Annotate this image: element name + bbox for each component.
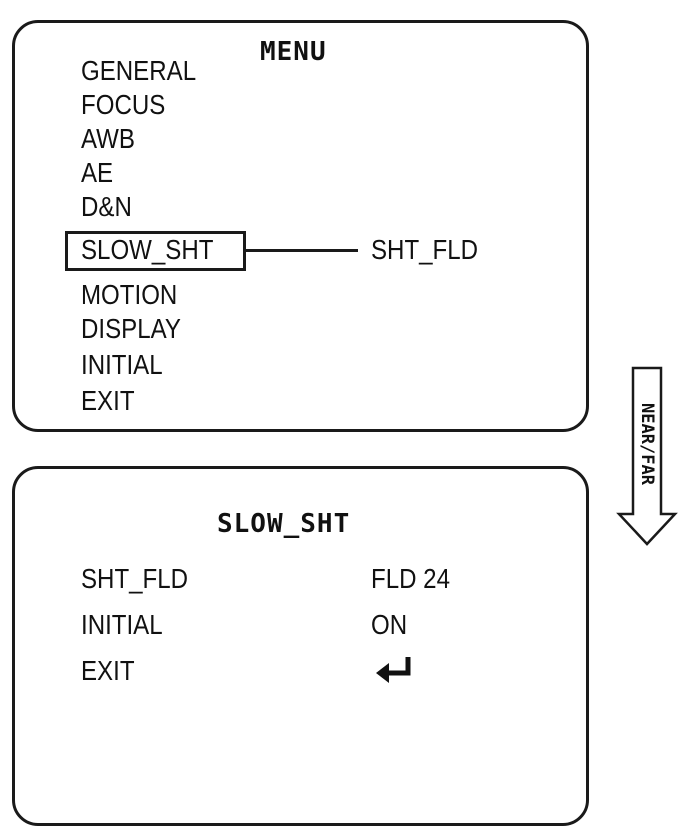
menu-item-initial[interactable]: INITIAL (81, 349, 163, 381)
sht-fld-value[interactable]: FLD 24 (371, 563, 450, 595)
submenu-item-initial[interactable]: INITIAL (81, 609, 163, 641)
menu-title: MENU (260, 37, 327, 67)
menu-item-slow-sht[interactable]: SLOW_SHT (81, 234, 213, 266)
submenu-item-exit[interactable]: EXIT (81, 655, 135, 687)
near-far-label: NEAR/FAR (637, 403, 658, 485)
menu-item-display[interactable]: DISPLAY (81, 313, 181, 345)
slow-sht-submenu-panel: SLOW_SHT SHT_FLD FLD 24 INITIAL ON EXIT (12, 466, 589, 826)
near-far-key-hint: NEAR/FAR (616, 366, 678, 546)
submenu-item-sht-fld[interactable]: SHT_FLD (81, 563, 188, 595)
submenu-title: SLOW_SHT (217, 509, 351, 539)
menu-item-general[interactable]: GENERAL (81, 55, 196, 87)
submenu-connector-line (246, 249, 358, 252)
menu-item-dn[interactable]: D&N (81, 191, 132, 223)
enter-return-icon[interactable] (373, 655, 417, 685)
menu-item-ae[interactable]: AE (81, 157, 113, 189)
main-menu-panel: MENU GENERAL FOCUS AWB AE D&N SLOW_SHT S… (12, 20, 589, 432)
initial-value[interactable]: ON (371, 609, 407, 641)
menu-item-motion[interactable]: MOTION (81, 279, 177, 311)
menu-item-awb[interactable]: AWB (81, 123, 135, 155)
menu-item-exit[interactable]: EXIT (81, 385, 135, 417)
menu-item-focus[interactable]: FOCUS (81, 89, 165, 121)
submenu-preview-label: SHT_FLD (371, 234, 479, 265)
